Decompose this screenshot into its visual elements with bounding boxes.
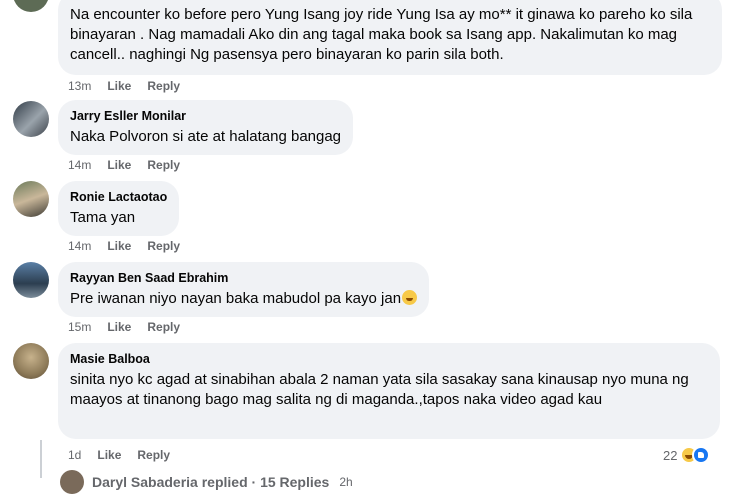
like-button[interactable]: Like	[107, 158, 131, 172]
avatar[interactable]	[13, 0, 49, 12]
reaction-summary[interactable]: 22	[663, 446, 711, 464]
comment-meta: 13m Like Reply	[68, 79, 196, 93]
comment-bubble: Na encounter ko before pero Yung Isang j…	[58, 0, 722, 75]
reply-button[interactable]: Reply	[147, 239, 180, 253]
comment-text: Naka Polvoron si ate at halatang bangag	[70, 128, 342, 145]
reply-preview-text: Daryl Sabaderia replied · 15 Replies	[92, 474, 330, 490]
grinning-emoji-icon	[402, 290, 418, 305]
like-button[interactable]: Like	[107, 79, 131, 93]
avatar[interactable]	[13, 101, 49, 137]
comment-meta: 1d Like Reply	[68, 448, 186, 462]
avatar[interactable]	[13, 262, 49, 298]
comment-bubble: Masie Balboa sinita nyo kc agad at sinab…	[58, 343, 720, 439]
avatar[interactable]	[13, 181, 49, 217]
reply-button[interactable]: Reply	[147, 158, 180, 172]
comment-text: Pre iwanan niyo nayan baka mabudol pa ka…	[70, 289, 418, 309]
comment-bubble: Jarry Esller Monilar Naka Polvoron si at…	[58, 100, 354, 155]
reply-button[interactable]: Reply	[147, 79, 180, 93]
comment-text: sinita nyo kc agad at sinabihan abala 2 …	[70, 371, 689, 408]
like-reaction-icon	[692, 446, 711, 464]
reply-button[interactable]: Reply	[147, 320, 180, 334]
comment-bubble: Ronie Lactaotao Tama yan	[58, 181, 180, 236]
comment-text: Na encounter ko before pero Yung Isang j…	[70, 6, 693, 63]
view-replies-link[interactable]: Daryl Sabaderia replied · 15 Replies 2h	[60, 470, 353, 494]
like-button[interactable]: Like	[97, 448, 121, 462]
comment-meta: 15m Like Reply	[68, 320, 196, 334]
comment-bubble: Rayyan Ben Saad Ebrahim Pre iwanan niyo …	[58, 262, 430, 317]
comment-author[interactable]: Rayyan Ben Saad Ebrahim	[70, 270, 417, 287]
comment-author[interactable]: Jarry Esller Monilar	[70, 108, 341, 125]
like-button[interactable]: Like	[107, 320, 131, 334]
comment-author[interactable]: Ronie Lactaotao	[70, 189, 167, 206]
comment-text-body: Pre iwanan niyo nayan baka mabudol pa ka…	[70, 290, 402, 307]
thread-connector	[40, 440, 42, 478]
comment-meta: 14m Like Reply	[68, 158, 196, 172]
comment-time[interactable]: 14m	[68, 158, 91, 172]
avatar	[60, 470, 84, 494]
reaction-count: 22	[663, 447, 678, 463]
comment-time[interactable]: 13m	[68, 79, 91, 93]
comment-author[interactable]: Masie Balboa	[70, 351, 708, 368]
comment-time[interactable]: 14m	[68, 239, 91, 253]
avatar[interactable]	[13, 343, 49, 379]
comment-time[interactable]: 1d	[68, 448, 81, 462]
reply-button[interactable]: Reply	[137, 448, 170, 462]
comment-meta: 14m Like Reply	[68, 239, 196, 253]
like-button[interactable]: Like	[107, 239, 131, 253]
comment-time[interactable]: 15m	[68, 320, 91, 334]
comment-text: Tama yan	[70, 209, 136, 226]
